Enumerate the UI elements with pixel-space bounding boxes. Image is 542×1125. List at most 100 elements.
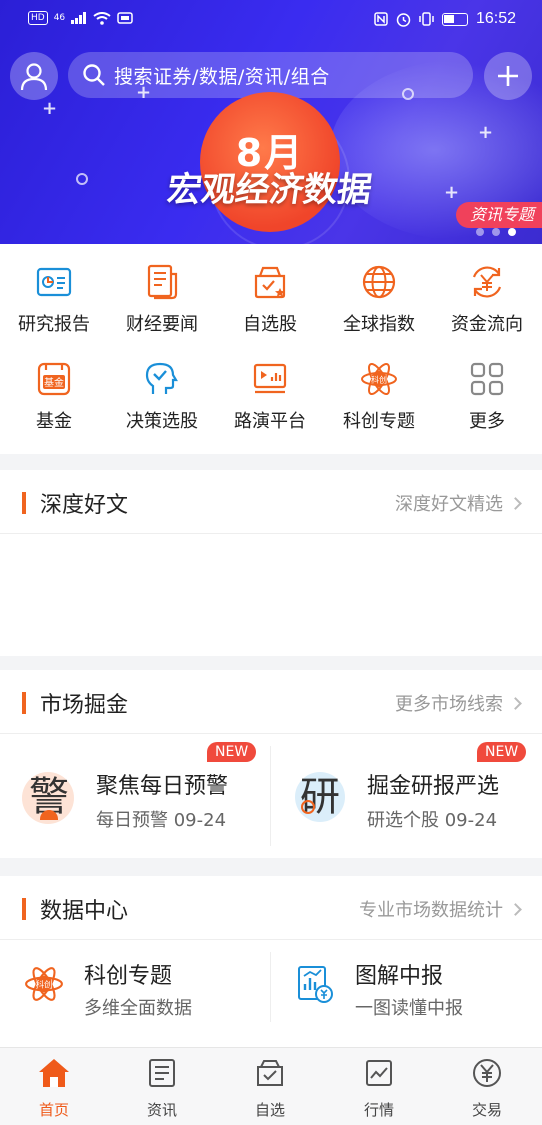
market-more-link[interactable]: 更多市场线索 (395, 690, 522, 716)
status-bar: HD 46 16:52 (0, 0, 542, 40)
section-accent-bar (22, 692, 26, 714)
decor-ring (76, 173, 88, 185)
grid-item-roadshow[interactable]: 路演平台 (216, 359, 324, 433)
search-placeholder: 搜索证券/数据/资讯/组合 (114, 65, 330, 88)
section-header: 数据中心 专业市场数据统计 (0, 876, 542, 940)
news-icon (142, 262, 182, 302)
alarm-icon (396, 12, 411, 27)
decor-plus: + (444, 182, 460, 203)
report-icon (34, 262, 74, 302)
tab-label: 自选 (254, 1101, 285, 1119)
decision-icon (142, 359, 182, 399)
document-icon (145, 1056, 179, 1090)
star-market-icon-text: 科创 (371, 375, 387, 385)
tab-market[interactable]: 行情 (325, 1056, 433, 1120)
home-icon (37, 1056, 71, 1090)
deep-more-link[interactable]: 深度好文精选 (395, 490, 522, 516)
banner-pager (476, 228, 516, 236)
banner[interactable]: + + + + HD 46 16:52 搜索证券/数据/资讯/组合 8月 宏观经… (0, 0, 542, 244)
add-button[interactable] (484, 52, 532, 100)
signal-icon (71, 12, 87, 24)
promo-tag[interactable]: 资讯专题 (455, 202, 542, 228)
money-flow-icon (467, 262, 507, 302)
search-icon (83, 64, 105, 86)
grid-label: 资金流向 (451, 314, 523, 335)
star-market-icon: 科创 (24, 964, 64, 1008)
market-card-alert[interactable]: 警 聚焦每日预警 每日预警 09-24 NEW (0, 734, 270, 856)
data-card-star-market[interactable]: 科创 科创专题 多维全面数据 (0, 940, 270, 1032)
grid-label: 决策选股 (126, 411, 198, 432)
watchlist-icon (250, 262, 290, 302)
clock: 16:52 (475, 10, 516, 27)
card-title: 聚焦每日预警 (96, 774, 229, 799)
grid-label: 路演平台 (234, 411, 306, 432)
data-card-interim-report[interactable]: 图解中报 一图读懂中报 (271, 940, 542, 1032)
wifi-icon (93, 11, 111, 25)
section-accent-bar (22, 898, 26, 920)
research-glyph: 研 (300, 774, 340, 820)
card-icon (117, 12, 133, 24)
data-center-section: 数据中心 专业市场数据统计 科创 科创专题 多维全面数据 图解中报 一图读懂中报 (0, 876, 542, 1047)
grid-item-money-flow[interactable]: 资金流向 (433, 262, 541, 336)
grid-label: 财经要闻 (126, 314, 198, 335)
tab-label: 首页 (38, 1101, 69, 1119)
grid-item-star-market[interactable]: 科创 科创专题 (325, 359, 433, 433)
fund-icon-text: 基金 (44, 376, 64, 389)
bottom-tab-bar: 首页 资讯 自选 行情 交易 (0, 1047, 542, 1125)
star-market-icon: 科创 (359, 359, 399, 399)
tab-watchlist[interactable]: 自选 (216, 1056, 324, 1120)
card-subtitle: 一图读懂中报 (355, 998, 463, 1019)
tab-home[interactable]: 首页 (0, 1056, 108, 1120)
tab-label: 资讯 (146, 1101, 177, 1119)
vibrate-icon (419, 12, 434, 26)
globe-icon (359, 262, 399, 302)
market-card-research[interactable]: 研 掘金研报严选 研选个股 09-24 NEW (271, 734, 542, 856)
card-title: 科创专题 (84, 964, 173, 989)
fund-icon: 基金 (34, 359, 74, 399)
card-subtitle: 研选个股 09-24 (367, 810, 498, 831)
chart-report-icon (295, 964, 335, 1008)
plus-icon (498, 66, 518, 86)
card-subtitle: 多维全面数据 (84, 998, 192, 1019)
roadshow-icon (250, 359, 290, 399)
chevron-right-icon (509, 497, 522, 510)
tab-news[interactable]: 资讯 (108, 1056, 216, 1120)
section-title: 数据中心 (40, 899, 129, 924)
grid-item-financial-news[interactable]: 财经要闻 (108, 262, 216, 336)
pager-dot (492, 228, 500, 236)
checkbox-icon (253, 1056, 287, 1090)
card-subtitle: 每日预警 09-24 (96, 810, 227, 831)
grid-label: 科创专题 (343, 411, 415, 432)
star-market-icon-text: 科创 (36, 980, 53, 990)
grid-label: 基金 (36, 411, 72, 432)
grid-item-more[interactable]: 更多 (433, 359, 541, 433)
grid-item-fund[interactable]: 基金 基金 (0, 359, 108, 433)
grid-item-decision[interactable]: 决策选股 (108, 359, 216, 433)
feature-grid: 研究报告 财经要闻 自选股 全球指数 资金流向 基金 基金 决策选股 路演平台 … (0, 244, 542, 454)
yen-icon (470, 1056, 504, 1090)
section-title: 市场掘金 (40, 693, 129, 718)
promo-title: 宏观经济数据 (164, 170, 375, 210)
more-link-label: 专业市场数据统计 (359, 900, 503, 921)
profile-button[interactable] (10, 52, 58, 100)
section-header: 深度好文 深度好文精选 (0, 470, 542, 534)
grid-item-watchlist[interactable]: 自选股 (216, 262, 324, 336)
tab-trade[interactable]: 交易 (433, 1056, 541, 1120)
tab-label: 行情 (363, 1101, 394, 1119)
grid-item-global-index[interactable]: 全球指数 (325, 262, 433, 336)
more-link-label: 更多市场线索 (395, 694, 503, 715)
research-icon: 研 (289, 766, 351, 824)
data-center-more-link[interactable]: 专业市场数据统计 (359, 896, 522, 922)
nfc-icon (374, 12, 388, 26)
alert-icon: 警 (20, 766, 78, 824)
section-title: 深度好文 (40, 493, 129, 518)
pager-dot-active (508, 228, 516, 236)
grid-item-research-report[interactable]: 研究报告 (0, 262, 108, 336)
decor-plus: + (478, 122, 494, 143)
grid-label: 自选股 (243, 314, 297, 335)
card-title: 掘金研报严选 (367, 774, 500, 799)
decor-plus: + (42, 98, 58, 119)
deep-articles-content (0, 534, 542, 656)
more-grid-icon (467, 359, 507, 399)
section-accent-bar (22, 492, 26, 514)
